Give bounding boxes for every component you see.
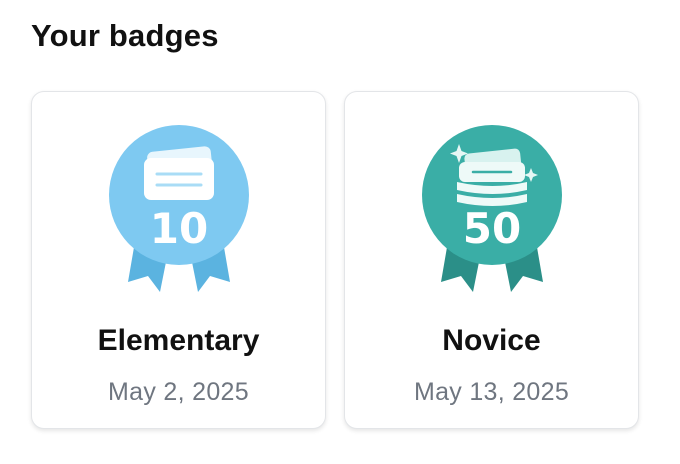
badge-count: 10 xyxy=(150,204,208,253)
badge-card-novice[interactable]: 50 Novice May 13, 2025 xyxy=(344,91,639,429)
flashcard-stack-ribbon-icon: 50 xyxy=(422,125,562,292)
badge-card-elementary[interactable]: 10 Elementary May 2, 2025 xyxy=(31,91,326,429)
badge-date: May 2, 2025 xyxy=(108,378,249,406)
badge-date: May 13, 2025 xyxy=(413,378,570,406)
badge-name: Elementary xyxy=(97,324,260,357)
badge-count: 50 xyxy=(463,204,521,253)
flashcard-ribbon-icon: 10 xyxy=(109,125,249,292)
badge-name: Novice xyxy=(442,324,541,357)
page-title: Your badges xyxy=(31,18,219,53)
badge-list: 10 Elementary May 2, 2025 50 Novice May … xyxy=(31,91,639,429)
